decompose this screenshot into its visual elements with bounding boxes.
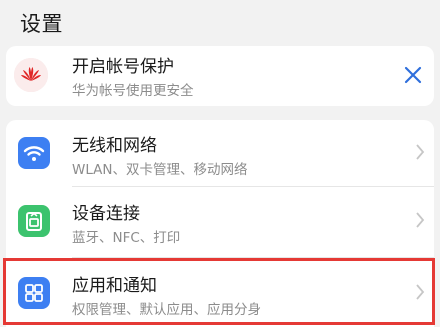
header: 设置 xyxy=(0,0,440,44)
list-item-apps-notifications[interactable]: 应用和通知 权限管理、默认应用、应用分身 xyxy=(6,260,434,324)
list-item-device-connection[interactable]: 设备连接 蓝牙、NFC、打印 xyxy=(6,188,434,254)
device-connection-icon xyxy=(18,205,50,237)
account-protection-row[interactable]: 开启帐号保护 华为帐号使用更安全 xyxy=(6,46,434,106)
settings-page: 设置 开启帐号保护 华为帐号使用更安全 无线和网络 WLAN、双卡管理、移动网络… xyxy=(0,0,440,327)
account-protection-title: 开启帐号保护 xyxy=(72,57,174,77)
divider xyxy=(72,257,434,258)
apps-notifications-subtitle: 权限管理、默认应用、应用分身 xyxy=(72,302,261,318)
device-connection-subtitle: 蓝牙、NFC、打印 xyxy=(72,230,181,246)
wireless-network-subtitle: WLAN、双卡管理、移动网络 xyxy=(72,162,248,178)
wireless-network-title: 无线和网络 xyxy=(72,136,157,156)
wifi-icon xyxy=(18,137,50,169)
device-connection-title: 设备连接 xyxy=(72,204,140,224)
account-protection-card: 开启帐号保护 华为帐号使用更安全 xyxy=(6,46,434,106)
chevron-right-icon xyxy=(414,143,426,161)
settings-list: 无线和网络 WLAN、双卡管理、移动网络 设备连接 蓝牙、NFC、打印 应用和通… xyxy=(6,120,434,327)
huawei-logo-icon xyxy=(14,58,48,92)
apps-notifications-title: 应用和通知 xyxy=(72,276,157,296)
account-protection-subtitle: 华为帐号使用更安全 xyxy=(72,83,194,99)
divider xyxy=(72,186,434,187)
list-item-wireless-network[interactable]: 无线和网络 WLAN、双卡管理、移动网络 xyxy=(6,120,434,184)
apps-grid-icon xyxy=(18,277,50,309)
chevron-right-icon xyxy=(414,211,426,229)
close-icon[interactable] xyxy=(402,64,424,86)
page-title: 设置 xyxy=(20,12,63,36)
chevron-right-icon xyxy=(414,283,426,301)
